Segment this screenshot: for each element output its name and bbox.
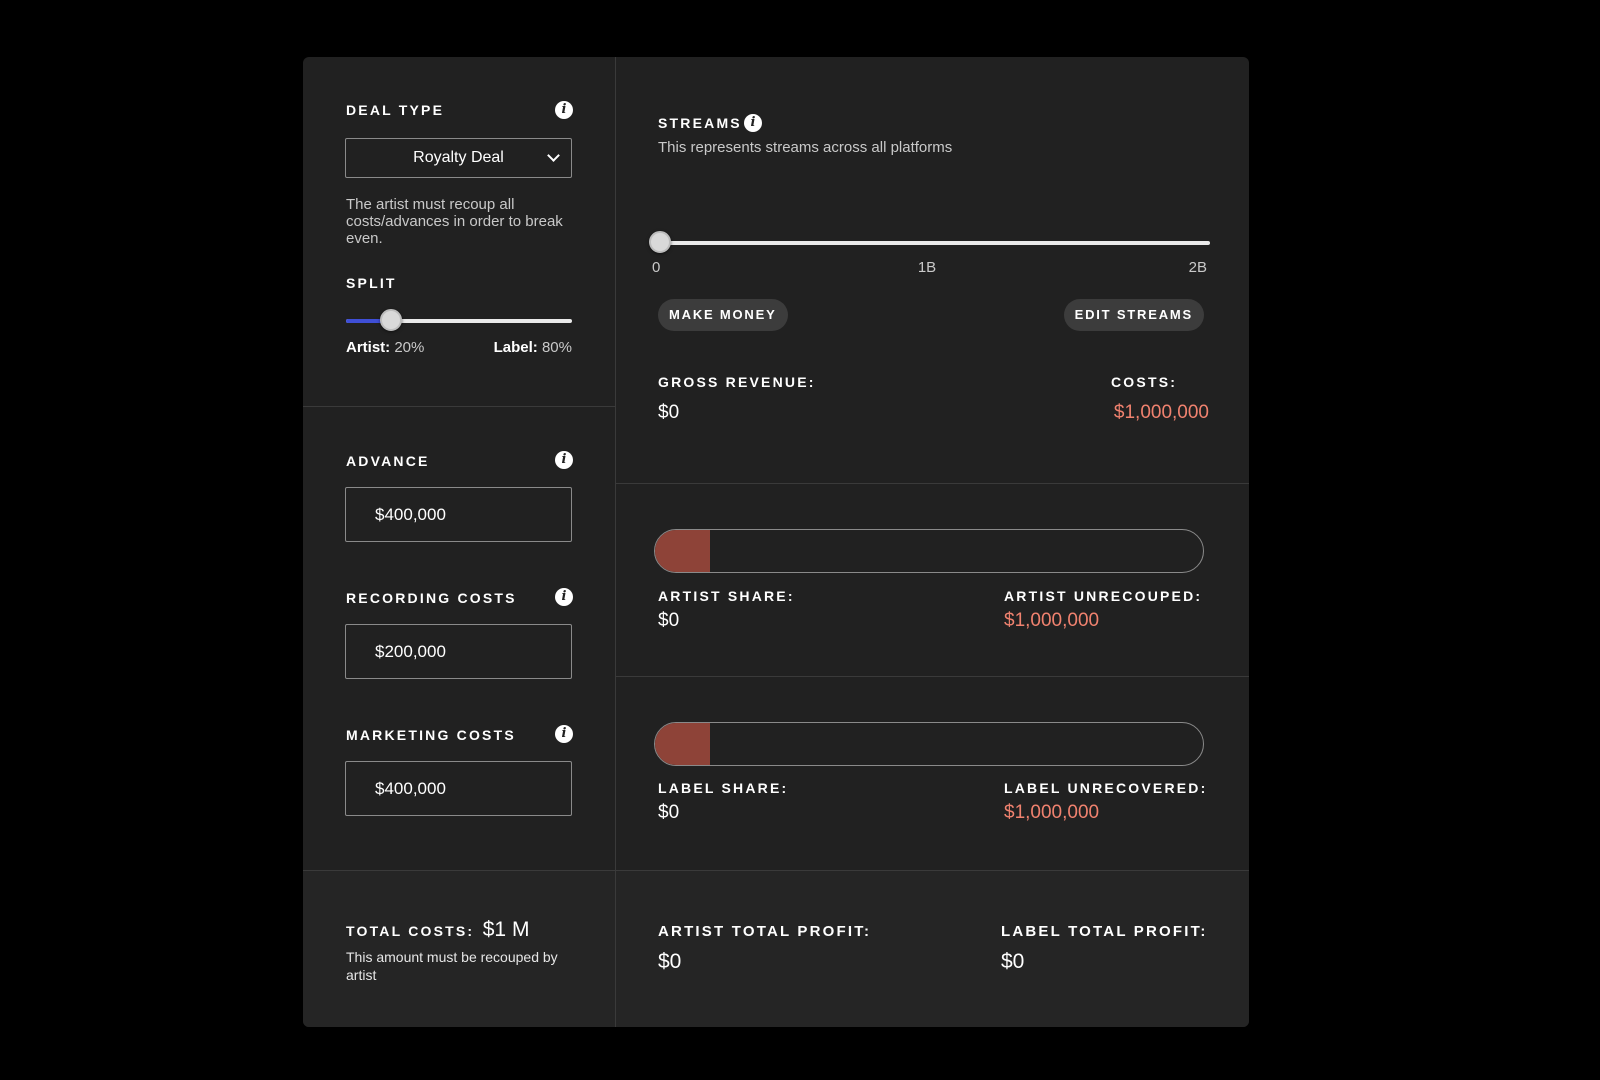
marketing-costs-label: MARKETING COSTS	[346, 727, 516, 743]
artist-total-profit-value: $0	[658, 950, 682, 973]
split-artist-label: Artist:	[346, 339, 391, 356]
total-costs-note: This amount must be recouped by artist	[346, 949, 558, 983]
deal-type-label: DEAL TYPE	[346, 102, 445, 118]
artist-recoup-bar	[654, 529, 1204, 573]
deal-type-selected: Royalty Deal	[413, 149, 504, 166]
streams-tick-0: 0	[652, 259, 661, 276]
divider-streams-artist	[615, 483, 1249, 484]
column-divider	[615, 57, 616, 1027]
artist-unrecouped-value: $1,000,000	[1004, 610, 1100, 631]
streams-info-icon[interactable]: i	[744, 114, 762, 132]
advance-label: ADVANCE	[346, 453, 430, 469]
label-share-label: LABEL SHARE:	[658, 780, 789, 796]
marketing-costs-info-icon[interactable]: i	[555, 725, 573, 743]
recording-costs-input[interactable]: $200,000	[345, 624, 572, 679]
streams-thumb[interactable]	[649, 231, 671, 253]
edit-streams-button[interactable]: EDIT STREAMS	[1063, 299, 1204, 331]
streams-track	[655, 241, 1210, 245]
split-slider[interactable]	[346, 309, 572, 333]
total-costs: TOTAL COSTS: $1 M	[346, 918, 529, 942]
artist-share-value: $0	[658, 610, 680, 631]
split-thumb[interactable]	[380, 309, 403, 331]
deal-type-info-icon[interactable]: i	[555, 101, 573, 119]
deal-type-select[interactable]: Royalty Deal	[345, 138, 572, 178]
costs-label: COSTS:	[1111, 374, 1178, 390]
total-costs-value: $1 M	[482, 918, 530, 941]
gross-revenue-value: $0	[658, 402, 680, 423]
streams-tick-2b: 2B	[1188, 259, 1207, 276]
streams-subtitle: This represents streams across all platf…	[658, 139, 953, 156]
split-artist-value: 20%	[394, 339, 425, 356]
deal-description: The artist must recoup all costs/advance…	[346, 196, 563, 247]
total-costs-label: TOTAL COSTS:	[346, 923, 475, 939]
divider-deal-costs	[303, 406, 615, 407]
streams-slider[interactable]	[649, 231, 1210, 255]
costs-value: $1,000,000	[1113, 402, 1209, 423]
chevron-down-icon	[547, 149, 560, 162]
label-unrecovered-label: LABEL UNRECOVERED:	[1004, 780, 1208, 796]
artist-share-label: ARTIST SHARE:	[658, 588, 795, 604]
label-total-profit-value: $0	[1001, 950, 1025, 973]
label-unrecovered-value: $1,000,000	[1004, 802, 1100, 823]
split-label-share: Label: 80%	[493, 339, 572, 356]
advance-info-icon[interactable]: i	[555, 451, 573, 469]
royalty-calculator: DEAL TYPE i Royalty Deal The artist must…	[303, 57, 1249, 1027]
split-label: SPLIT	[346, 275, 397, 291]
artist-total-profit-label: ARTIST TOTAL PROFIT:	[658, 923, 872, 940]
artist-recoup-fill	[655, 530, 710, 572]
split-label-label: Label:	[493, 339, 538, 356]
recording-costs-info-icon[interactable]: i	[555, 588, 573, 606]
label-total-profit-label: LABEL TOTAL PROFIT:	[1001, 923, 1208, 940]
artist-unrecouped-label: ARTIST UNRECOUPED:	[1004, 588, 1203, 604]
divider-footer	[303, 870, 1249, 871]
gross-revenue-label: GROSS REVENUE:	[658, 374, 816, 390]
streams-tick-1b: 1B	[917, 259, 937, 276]
streams-label: STREAMS	[658, 115, 742, 131]
advance-input[interactable]: $400,000	[345, 487, 572, 542]
split-artist: Artist: 20%	[346, 339, 424, 356]
make-money-button[interactable]: MAKE MONEY	[658, 299, 788, 331]
label-recover-fill	[655, 723, 710, 765]
label-recover-bar	[654, 722, 1204, 766]
recording-costs-label: RECORDING COSTS	[346, 590, 517, 606]
marketing-costs-input[interactable]: $400,000	[345, 761, 572, 816]
split-label-value: 80%	[541, 339, 572, 356]
label-share-value: $0	[658, 802, 680, 823]
divider-artist-label	[615, 676, 1249, 677]
